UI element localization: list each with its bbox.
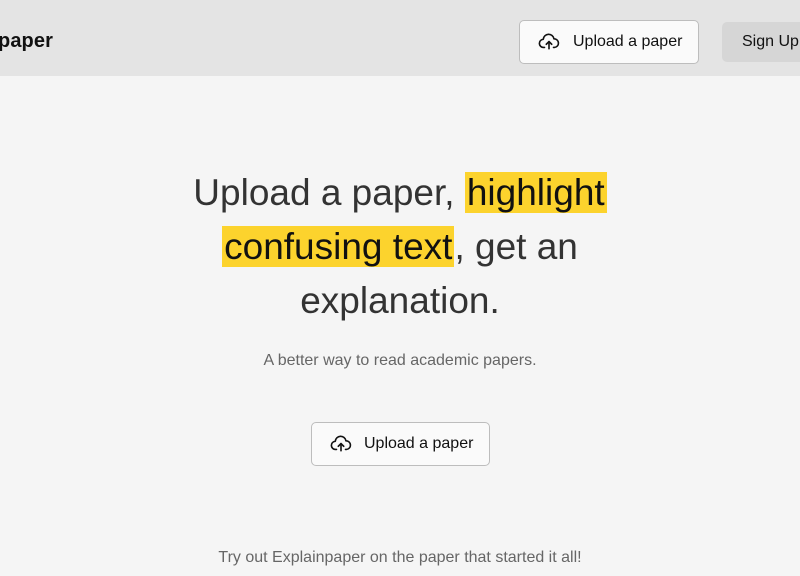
try-paper-prompt[interactable]: Try out Explainpaper on the paper that s…: [0, 549, 800, 567]
cloud-upload-icon: [538, 33, 560, 50]
top-navbar: paper Upload a paper Sign Up: [0, 0, 800, 76]
hero-subtitle: A better way to read academic papers.: [263, 352, 537, 369]
header-upload-paper-button[interactable]: Upload a paper: [519, 20, 699, 64]
main-upload-paper-button[interactable]: Upload a paper: [311, 422, 490, 466]
hero-headline: Upload a paper, highlight confusing text…: [150, 166, 650, 328]
headline-highlight-1: highlight: [464, 172, 607, 213]
headline-highlight-2: confusing text: [222, 226, 455, 267]
brand-logo-text[interactable]: paper: [0, 30, 53, 53]
sign-up-button[interactable]: Sign Up: [722, 22, 800, 62]
main-upload-label: Upload a paper: [364, 435, 474, 452]
header-upload-label: Upload a paper: [573, 33, 683, 50]
cloud-upload-icon: [330, 435, 352, 452]
headline-part-1: Upload a paper,: [193, 172, 455, 213]
sign-up-label: Sign Up: [742, 33, 799, 50]
